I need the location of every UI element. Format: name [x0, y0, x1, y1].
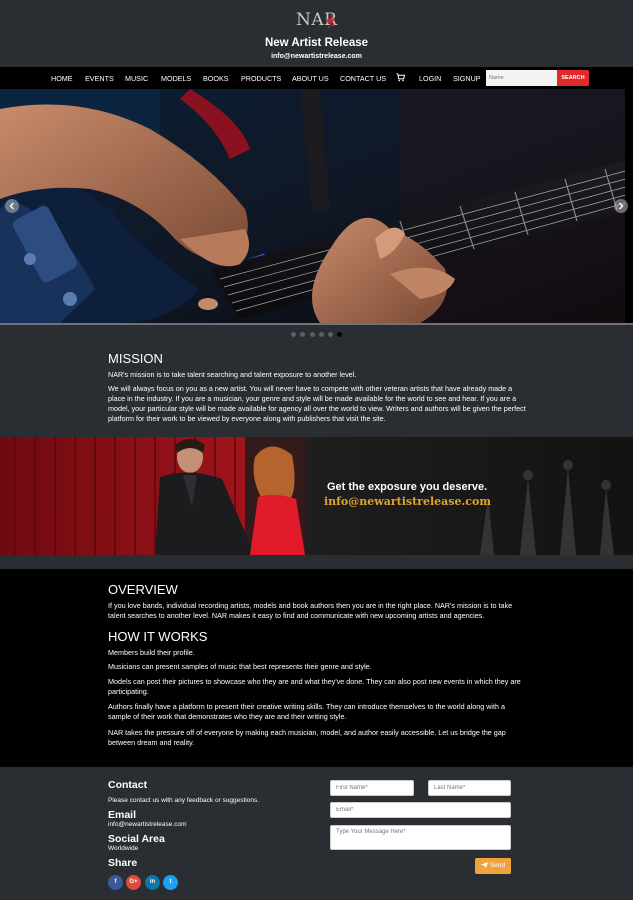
- nav-models[interactable]: MODELS: [161, 74, 191, 83]
- carousel-prev-button[interactable]: [5, 199, 19, 213]
- chevron-left-icon: [9, 202, 14, 210]
- nav-home[interactable]: HOME: [51, 74, 73, 83]
- facebook-icon[interactable]: f: [108, 875, 123, 890]
- main-nav: HOME EVENTS MUSIC MODELS BOOKS PRODUCTS …: [0, 67, 633, 89]
- carousel-dot[interactable]: [319, 332, 324, 337]
- chevron-right-icon: [619, 202, 624, 210]
- nav-events[interactable]: EVENTS: [85, 74, 114, 83]
- last-name-field[interactable]: [428, 780, 511, 796]
- carousel-dot[interactable]: [291, 332, 296, 337]
- overview-body: If you love bands, individual recording …: [108, 601, 513, 620]
- carousel-dot[interactable]: [328, 332, 333, 337]
- linkedin-icon[interactable]: in: [145, 875, 160, 890]
- send-button[interactable]: Send: [475, 858, 511, 874]
- contact-text: Please contact us with any feedback or s…: [108, 797, 260, 804]
- first-name-field[interactable]: [330, 780, 414, 796]
- site-footer: Contact Please contact us with any feedb…: [0, 767, 633, 899]
- site-logo[interactable]: NAR: [296, 10, 340, 34]
- send-label: Send: [489, 862, 505, 869]
- site-header: NAR New Artist Release info@newartistrel…: [0, 0, 633, 67]
- carousel-dot[interactable]: [310, 332, 315, 337]
- nav-contact-us[interactable]: CONTACT US: [340, 74, 386, 83]
- carousel-next-button[interactable]: [614, 199, 628, 213]
- mission-lead: NAR's mission is to take talent searchin…: [108, 370, 357, 379]
- search-input[interactable]: [486, 70, 558, 86]
- carousel-indicators: [0, 325, 633, 347]
- contact-heading: Contact: [108, 779, 148, 791]
- social-area-value: Worldwide: [108, 845, 139, 852]
- mission-heading: MISSION: [108, 351, 163, 366]
- overview-section: OVERVIEW If you love bands, individual r…: [0, 569, 633, 767]
- search-button[interactable]: SEARCH: [557, 70, 589, 86]
- exposure-banner: Get the exposure you deserve. info@newar…: [0, 437, 633, 555]
- banner-headline: Get the exposure you deserve.: [327, 481, 488, 493]
- nav-about-us[interactable]: ABOUT US: [292, 74, 329, 83]
- how-it-works-step: Members build their profile.: [108, 648, 195, 657]
- paper-plane-icon: [481, 861, 488, 868]
- overview-heading: OVERVIEW: [108, 582, 178, 597]
- message-field[interactable]: [330, 825, 511, 850]
- share-heading: Share: [108, 857, 138, 869]
- header-email[interactable]: info@newartistrelease.com: [0, 53, 633, 60]
- cart-icon[interactable]: [396, 73, 405, 82]
- how-it-works-step: Musicians can present samples of music t…: [108, 662, 372, 671]
- how-it-works-step: NAR takes the pressure off of everyone b…: [108, 728, 506, 747]
- how-it-works-step: Authors finally have a platform to prese…: [108, 702, 505, 721]
- hero-carousel: [0, 89, 633, 323]
- carousel-dot-active[interactable]: [337, 332, 342, 337]
- mission-section: MISSION NAR's mission is to take talent …: [0, 347, 633, 437]
- google-plus-icon[interactable]: G+: [126, 875, 141, 890]
- nav-products[interactable]: PRODUCTS: [241, 74, 281, 83]
- footer-email[interactable]: info@newartistrelease.com: [108, 821, 187, 828]
- mission-body: We will always focus on you as a new art…: [108, 384, 526, 423]
- banner-email-link[interactable]: info@newartistrelease.com: [324, 495, 491, 508]
- how-it-works-heading: HOW IT WORKS: [108, 629, 208, 644]
- nav-signup[interactable]: SIGNUP: [453, 74, 481, 83]
- hero-image-guitarist: [0, 89, 633, 323]
- how-it-works-step: Models can post their pictures to showca…: [108, 677, 521, 696]
- section-gap: [0, 555, 633, 569]
- site-title: New Artist Release: [264, 37, 369, 49]
- nav-login[interactable]: LOGIN: [419, 74, 441, 83]
- banner-image-performers: [0, 437, 633, 555]
- email-heading: Email: [108, 809, 137, 821]
- social-area-heading: Social Area: [108, 833, 165, 845]
- twitter-icon[interactable]: t: [163, 875, 178, 890]
- nav-music[interactable]: MUSIC: [125, 74, 148, 83]
- logo-splash-icon: [325, 14, 335, 28]
- nav-books[interactable]: BOOKS: [203, 74, 229, 83]
- email-field[interactable]: [330, 802, 511, 818]
- carousel-dot[interactable]: [300, 332, 305, 337]
